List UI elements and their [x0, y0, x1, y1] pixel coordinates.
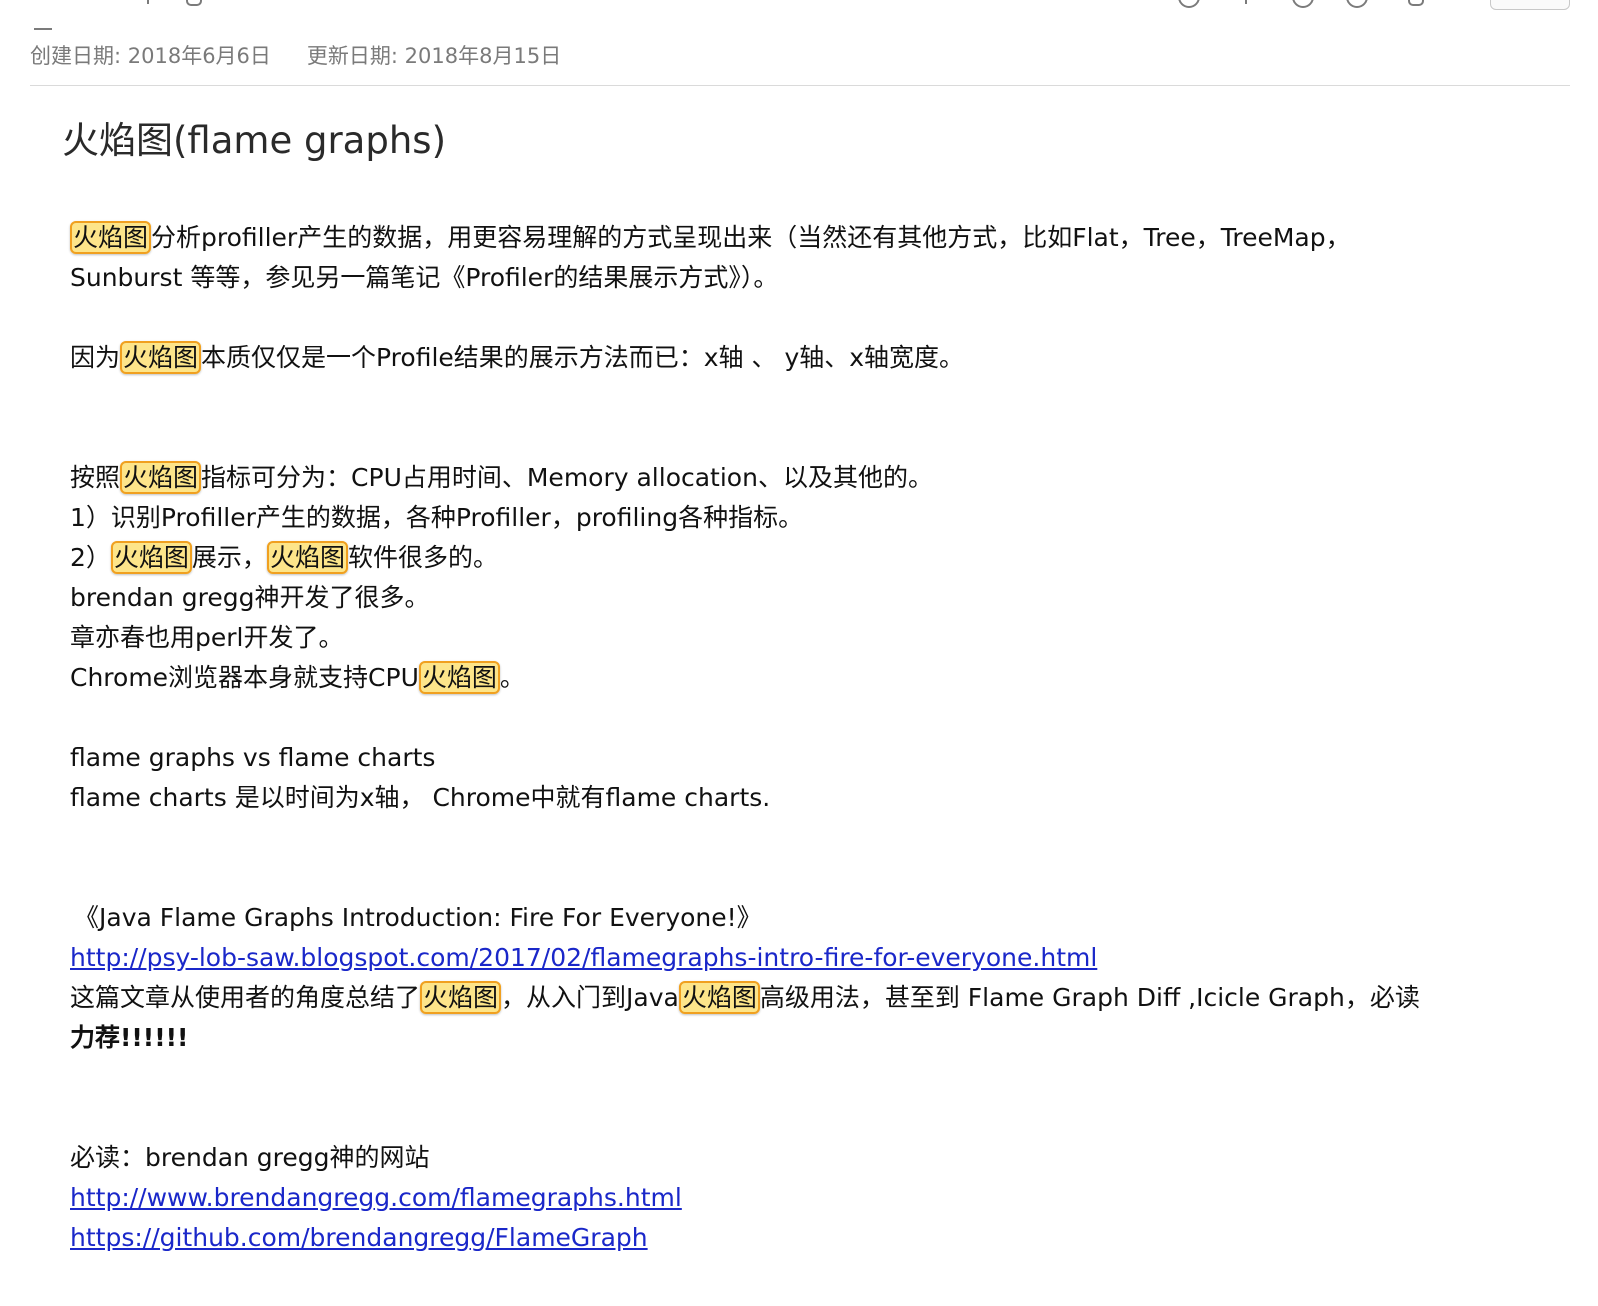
pin-icon[interactable]: [1238, 0, 1254, 6]
item2-mid: 展示，: [191, 543, 267, 572]
search-highlight: 火焰图: [418, 661, 500, 694]
brendan-line: brendan gregg神开发了很多。: [70, 583, 430, 612]
paragraph-metrics: 按照 火焰图 指标可分为：CPU占用时间、Memory allocation、以及其…: [70, 458, 1570, 498]
note-meta: 创建日期: 2018年6月6日 更新日期: 2018年8月15日: [30, 40, 561, 70]
brendangregg-link[interactable]: http://www.brendangregg.com/flamegraphs.…: [70, 1183, 682, 1212]
search-highlight: 火焰图: [420, 981, 502, 1014]
info-icon[interactable]: [1292, 0, 1314, 8]
flame-charts-line: flame charts 是以时间为x轴， Chrome中就有flame cha…: [70, 783, 771, 812]
search-highlight: 火焰图: [120, 341, 202, 374]
search-highlight: 火焰图: [678, 981, 760, 1014]
article-title: 《Java Flame Graphs Introduction: Fire Fo…: [74, 903, 762, 932]
attachment-icon[interactable]: [186, 0, 202, 6]
desc-mid: ，从入门到Java: [501, 983, 679, 1012]
add-icon[interactable]: [140, 0, 156, 6]
list-item-1: 1）识别Profiller产生的数据，各种Profiller，profiling…: [70, 503, 804, 532]
nature-post: 本质仅仅是一个Profile结果的展示方法而已：x轴 、 y轴、x轴宽度。: [201, 343, 965, 372]
history-icon[interactable]: [1346, 0, 1368, 8]
intro-text: 分析profiller产生的数据，用更容易理解的方式呈现出来（当然还有其他方式，…: [151, 223, 1351, 252]
created-date: 创建日期: 2018年6月6日: [30, 44, 271, 68]
article-link[interactable]: http://psy-lob-saw.blogspot.com/2017/02/…: [70, 943, 1097, 972]
toolbar: [0, 0, 1598, 30]
recommend-text: 力荐!!!!!!: [70, 1023, 189, 1052]
search-highlight: 火焰图: [70, 221, 152, 254]
nature-pre: 因为: [70, 343, 121, 372]
intro-line-2: Sunburst 等等，参见另一篇笔记《Profiler的结果展示方式》）。: [70, 263, 779, 292]
chrome-line: Chrome浏览器本身就支持CPU 火焰图。: [70, 658, 1570, 698]
metrics-post: 指标可分为：CPU占用时间、Memory allocation、以及其他的。: [201, 463, 933, 492]
search-highlight: 火焰图: [266, 541, 348, 574]
list-item-2: 2） 火焰图 展示， 火焰图 软件很多的。: [70, 538, 1570, 578]
chrome-post: 。: [499, 663, 525, 692]
share-button[interactable]: [1490, 0, 1570, 10]
share-icon[interactable]: [1178, 0, 1200, 8]
metrics-pre: 按照: [70, 463, 121, 492]
github-link[interactable]: https://github.com/brendangregg/FlameGra…: [70, 1223, 648, 1252]
article-desc: 这篇文章从使用者的角度总结了 火焰图 ，从入门到Java 火焰图 高级用法，甚至到 Fl…: [70, 978, 1570, 1018]
desc-pre: 这篇文章从使用者的角度总结了: [70, 983, 421, 1012]
chrome-pre: Chrome浏览器本身就支持CPU: [70, 663, 419, 692]
list-icon[interactable]: [34, 0, 52, 30]
paragraph-intro: 火焰图 分析profiller产生的数据，用更容易理解的方式呈现出来（当然还有其他…: [70, 218, 1570, 258]
must-read-line: 必读：brendan gregg神的网站: [70, 1143, 430, 1172]
item2-pre: 2）: [70, 543, 111, 572]
desc-post: 高级用法，甚至到 Flame Graph Diff ,Icicle Graph，…: [759, 983, 1420, 1012]
paragraph-nature: 因为 火焰图 本质仅仅是一个Profile结果的展示方法而已：x轴 、 y轴、x轴宽…: [70, 338, 1570, 378]
note-body[interactable]: 火焰图 分析profiller产生的数据，用更容易理解的方式呈现出来（当然还有其他…: [70, 218, 1570, 1258]
search-highlight: 火焰图: [120, 461, 202, 494]
search-highlight: 火焰图: [110, 541, 192, 574]
note-title[interactable]: 火焰图(flame graphs): [62, 110, 446, 164]
updated-date: 更新日期: 2018年8月15日: [306, 44, 562, 68]
item2-post: 软件很多的。: [347, 543, 498, 572]
lock-icon[interactable]: [1408, 0, 1424, 6]
flame-vs-line: flame graphs vs flame charts: [70, 743, 436, 772]
perl-line: 章亦春也用perl开发了。: [70, 623, 344, 652]
divider: [30, 85, 1570, 86]
